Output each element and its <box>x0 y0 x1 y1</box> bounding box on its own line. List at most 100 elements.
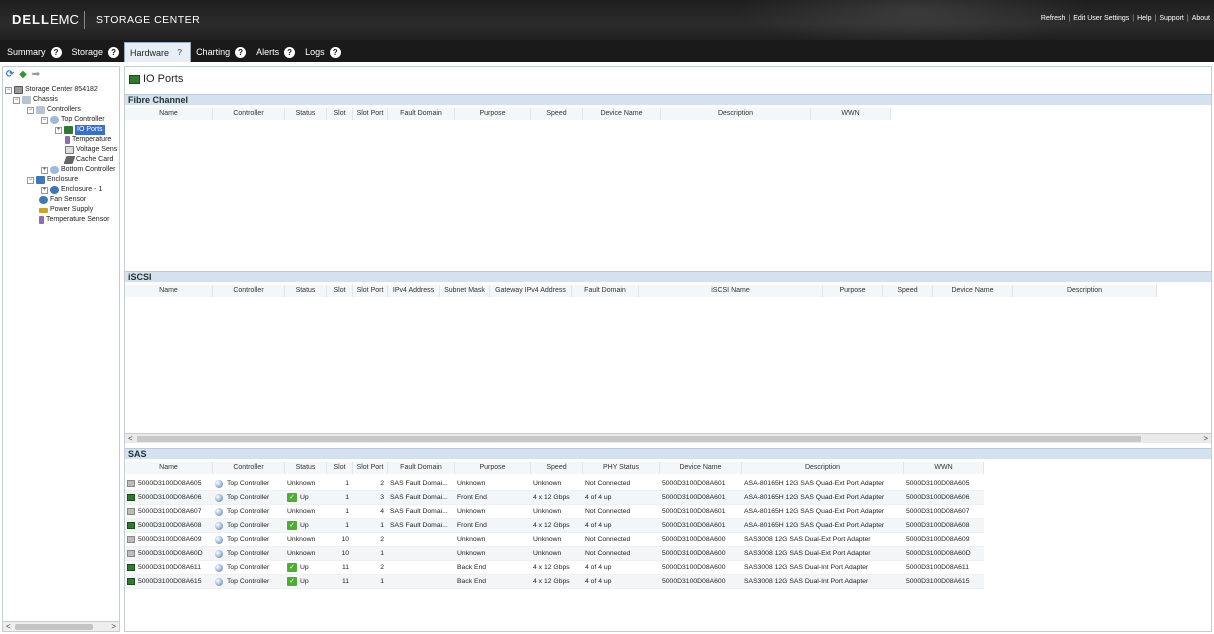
collapse-icon[interactable]: − <box>27 176 34 184</box>
collapse-icon[interactable]: − <box>13 96 20 104</box>
column-header[interactable]: Device Name <box>933 285 1013 297</box>
column-header[interactable]: Status <box>285 108 327 120</box>
tree-node-enclosure-1[interactable]: + Enclosure - 1 <box>41 185 102 195</box>
column-header[interactable]: IPv4 Address <box>388 285 440 297</box>
column-header[interactable]: Status <box>285 285 327 297</box>
column-header[interactable]: WWN <box>904 462 984 474</box>
scroll-left-icon[interactable]: < <box>6 622 11 631</box>
tab-logs[interactable]: Logs? <box>300 42 346 62</box>
tab-charting[interactable]: Charting? <box>191 42 251 62</box>
tree-node-cache-card[interactable]: Cache Card <box>63 155 113 165</box>
column-header[interactable]: Purpose <box>455 108 531 120</box>
column-header[interactable]: Fault Domain <box>572 285 639 297</box>
help-icon[interactable]: ? <box>329 46 341 58</box>
column-header[interactable]: Device Name <box>660 462 742 474</box>
expand-icon[interactable]: + <box>41 186 48 194</box>
column-header[interactable]: Purpose <box>455 462 531 474</box>
column-header[interactable]: Purpose <box>823 285 883 297</box>
table-row[interactable]: 5000D3100D08A605 Top Controller Unknown 1 2 S… <box>125 477 984 491</box>
help-icon[interactable]: ? <box>284 46 296 58</box>
help-link[interactable]: Help <box>1137 15 1151 22</box>
expand-icon[interactable]: + <box>55 126 62 134</box>
help-icon[interactable]: ? <box>235 46 247 58</box>
tree-node-top-controller[interactable]: − Top Controller <box>41 115 105 125</box>
collapse-icon[interactable]: − <box>41 116 48 124</box>
column-header[interactable]: Slot Port <box>353 462 388 474</box>
column-header[interactable]: Name <box>125 108 213 120</box>
column-header[interactable]: iSCSI Name <box>639 285 823 297</box>
support-link[interactable]: Support <box>1159 15 1184 22</box>
tree-node-fan-sensor[interactable]: Fan Sensor <box>39 195 86 205</box>
column-header[interactable]: Slot <box>327 462 353 474</box>
table-row[interactable]: 5000D3100D08A607 Top Controller Unknown 1 4 S… <box>125 505 984 519</box>
column-header[interactable]: Slot Port <box>353 285 388 297</box>
column-header[interactable]: Status <box>285 462 327 474</box>
refresh-icon[interactable]: ⟳ <box>5 70 15 80</box>
scroll-right-icon[interactable]: > <box>111 622 116 631</box>
collapse-icon[interactable]: − <box>5 86 12 94</box>
column-header[interactable]: Name <box>125 285 213 297</box>
collapse-icon[interactable]: − <box>27 106 34 114</box>
tree-node-enclosure[interactable]: − Enclosure <box>27 175 78 185</box>
expand-icon[interactable]: + <box>41 166 48 174</box>
column-header[interactable]: PHY Status <box>583 462 660 474</box>
column-header[interactable]: Slot Port <box>353 108 388 120</box>
tree-horizontal-scrollbar[interactable]: < > <box>3 621 119 631</box>
table-row[interactable]: 5000D3100D08A609 Top Controller Unknown 10 2… <box>125 533 984 547</box>
tree-node-bottom-controller[interactable]: + Bottom Controller <box>41 165 115 175</box>
tree-node-temperature[interactable]: Temperature <box>65 135 111 145</box>
column-header[interactable]: Fault Domain <box>388 108 455 120</box>
column-header[interactable]: Description <box>661 108 811 120</box>
help-icon[interactable]: ? <box>174 47 185 58</box>
tree-node-power-supply[interactable]: Power Supply <box>39 205 93 215</box>
column-header[interactable]: Slot <box>327 285 353 297</box>
controller-text: Top Controller <box>227 479 270 487</box>
scroll-right-icon[interactable]: > <box>1203 434 1208 443</box>
tree-node-io-ports[interactable]: + IO Ports <box>55 125 105 135</box>
tree-node-storage-center[interactable]: − Storage Center 854182 <box>5 85 98 95</box>
tree-node-voltage-sensor[interactable]: Voltage Sens <box>65 145 117 155</box>
tab-hardware[interactable]: Hardware? <box>124 42 192 62</box>
help-icon[interactable]: ? <box>108 46 120 58</box>
edit-user-settings-link[interactable]: Edit User Settings <box>1073 15 1129 22</box>
table-row[interactable]: 5000D3100D08A606 Top Controller ✓ Up 1 3 SAS F… <box>125 491 984 505</box>
description-cell: ASA-80165H 12G SAS Quad-Ext Port Adapter <box>742 519 904 532</box>
tab-storage[interactable]: Storage? <box>67 42 125 62</box>
table-row[interactable]: 5000D3100D08A608 Top Controller ✓ Up 1 1 SAS F… <box>125 519 984 533</box>
refresh-link[interactable]: Refresh <box>1041 15 1066 22</box>
help-icon[interactable]: ? <box>50 46 62 58</box>
column-header[interactable]: Controller <box>213 108 285 120</box>
about-link[interactable]: About <box>1192 15 1210 22</box>
column-header[interactable]: Description <box>742 462 904 474</box>
purpose-cell: Back End <box>455 575 531 588</box>
tab-summary[interactable]: Summary? <box>2 42 67 62</box>
column-header[interactable]: Fault Domain <box>388 462 455 474</box>
table-row[interactable]: 5000D3100D08A60D Top Controller Unknown 10 1… <box>125 547 984 561</box>
scrollbar-thumb[interactable] <box>15 624 93 630</box>
table-row[interactable]: 5000D3100D08A611 Top Controller ✓ Up 11 2 Back… <box>125 561 984 575</box>
column-header[interactable]: Speed <box>531 462 583 474</box>
column-header[interactable]: Speed <box>531 108 583 120</box>
column-header[interactable]: Subnet Mask <box>440 285 490 297</box>
column-header[interactable]: Name <box>125 462 213 474</box>
scroll-left-icon[interactable]: < <box>128 434 133 443</box>
tree-node-temperature-sensor[interactable]: Temperature Sensor <box>39 215 109 225</box>
forward-arrow-icon[interactable]: ➡ <box>31 70 41 80</box>
column-header[interactable]: Controller <box>213 285 285 297</box>
tab-alerts[interactable]: Alerts? <box>251 42 300 62</box>
status-text: Up <box>300 493 309 501</box>
table-row[interactable]: 5000D3100D08A615 Top Controller ✓ Up 11 1 Back… <box>125 575 984 589</box>
column-header[interactable]: Controller <box>213 462 285 474</box>
column-header[interactable]: WWN <box>811 108 891 120</box>
column-header[interactable]: Gateway IPv4 Address <box>490 285 572 297</box>
tree-node-controllers[interactable]: − Controllers <box>27 105 81 115</box>
back-arrow-icon[interactable]: ◆ <box>18 70 28 80</box>
column-header[interactable]: Device Name <box>583 108 661 120</box>
speed-text: 4 x 12 Gbps <box>533 493 570 501</box>
iscsi-horizontal-scrollbar[interactable]: < > <box>125 433 1211 443</box>
column-header[interactable]: Slot <box>327 108 353 120</box>
column-header[interactable]: Description <box>1013 285 1157 297</box>
tree-node-chassis[interactable]: − Chassis <box>13 95 58 105</box>
scrollbar-thumb[interactable] <box>137 436 1141 442</box>
column-header[interactable]: Speed <box>883 285 933 297</box>
